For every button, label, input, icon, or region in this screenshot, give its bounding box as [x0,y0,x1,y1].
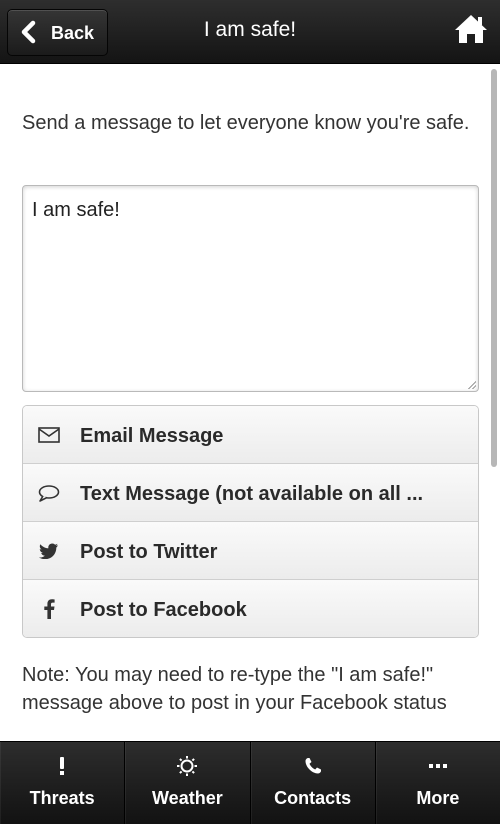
phone-icon [251,754,375,778]
post-twitter-button[interactable]: Post to Twitter [23,522,478,580]
page-title: I am safe! [203,18,297,41]
tab-label: Weather [152,788,223,808]
tab-more[interactable]: More [376,742,500,824]
tab-label: Contacts [274,788,352,808]
tab-weather[interactable]: Weather [125,742,251,824]
message-textarea[interactable]: I am safe! [22,185,479,392]
tab-contacts[interactable]: Contacts [251,742,376,824]
share-item-label: Text Message (not available on all ... [80,483,424,505]
tab-threats[interactable]: Threats [0,742,126,824]
facebook-icon [37,598,61,620]
share-item-label: Email Message [80,425,224,447]
intro-text: Send a message to let everyone know you'… [22,112,470,134]
chevron-left-icon [21,20,36,44]
bottom-tab-bar: Threats Weather Contacts More [0,741,500,824]
exclamation-icon [0,754,124,778]
ellipsis-icon [376,754,500,778]
twitter-icon [37,540,61,562]
message-text: I am safe! [32,199,120,221]
speech-bubble-icon [37,482,61,504]
home-icon[interactable] [453,12,489,46]
post-facebook-button[interactable]: Post to Facebook [23,580,478,637]
share-options-list: Email Message Text Message (not availabl… [22,405,479,638]
email-message-button[interactable]: Email Message [23,406,478,464]
back-label: Back [51,23,95,43]
share-item-label: Post to Twitter [80,541,218,563]
facebook-note: Note: You may need to re-type the "I am … [22,664,447,714]
back-button[interactable]: Back [7,9,108,56]
header-bar: Back I am safe! [0,0,500,64]
sun-icon [125,754,249,778]
scrollbar[interactable] [491,69,497,467]
text-message-button[interactable]: Text Message (not available on all ... [23,464,478,522]
resize-grip-icon[interactable] [468,381,476,389]
tab-label: More [416,788,460,808]
share-item-label: Post to Facebook [80,599,247,621]
tab-label: Threats [29,788,95,808]
main-content[interactable]: Send a message to let everyone know you'… [0,64,500,741]
envelope-icon [37,424,61,446]
